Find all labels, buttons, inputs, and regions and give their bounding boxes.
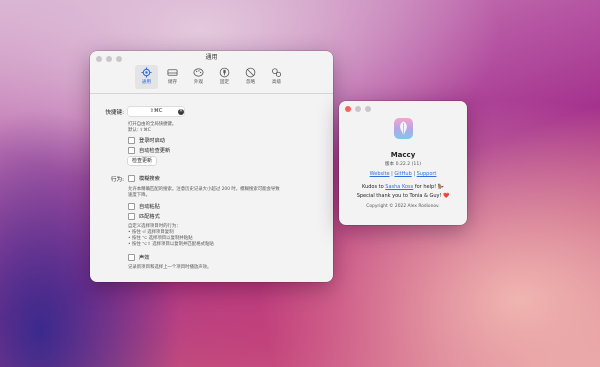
- tab-label: 外观: [193, 80, 204, 85]
- checkbox-box[interactable]: [128, 254, 135, 261]
- feather-icon: [400, 121, 407, 136]
- auto-paste-checkbox[interactable]: 自动粘贴: [128, 203, 160, 210]
- checkbox-label: 登录时启动: [139, 138, 165, 144]
- thanks-line: Special thank you to Tonia & Guy! ❤️: [356, 193, 450, 199]
- tab-ignore[interactable]: 忽略: [239, 65, 262, 89]
- tab-appearance[interactable]: 外观: [187, 65, 210, 89]
- about-window: Maccy 版本 0.22.2 (11) Website | GitHub | …: [339, 101, 467, 225]
- clear-hotkey-icon[interactable]: ✕: [178, 108, 184, 115]
- hotkey-default: 默认: ⇧⌘C: [128, 128, 151, 133]
- checkbox-label: 自动粘贴: [139, 204, 160, 210]
- checkbox-label: 声效: [139, 255, 150, 261]
- fuzzy-search-hint: 允许本精确匹配的搜索。注意历史记录大小超过 200 时，模糊搜索可能会导致: [128, 187, 280, 192]
- checkbox-label: 模糊搜索: [139, 176, 160, 182]
- link-separator: |: [391, 171, 393, 177]
- sound-checkbox[interactable]: 声效: [128, 254, 149, 261]
- contributor-link[interactable]: Sasha Koss: [385, 184, 413, 190]
- tab-general[interactable]: 通用: [135, 65, 158, 89]
- kudos-line: Kudos to Sasha Koss for help! 🦫: [339, 184, 467, 190]
- tab-advanced[interactable]: 高级: [265, 65, 288, 89]
- tab-label: 高级: [271, 80, 282, 85]
- checkbox-label: 自动检查更新: [139, 148, 171, 154]
- gears-icon: [272, 68, 282, 77]
- app-name: Maccy: [390, 151, 416, 159]
- app-icon: [394, 118, 413, 139]
- fuzzy-search-hint-2: 速度下降。: [128, 193, 150, 198]
- tab-label: 通用: [141, 80, 152, 85]
- window-controls: [345, 106, 371, 112]
- match-format-checkbox[interactable]: 匹配格式: [128, 213, 160, 220]
- gear-icon: [141, 67, 152, 78]
- checkbox-box[interactable]: [128, 203, 135, 210]
- kudos-suffix: for help! 🦫: [413, 184, 444, 190]
- minimize-button[interactable]: [355, 106, 361, 112]
- checkbox-box[interactable]: [128, 175, 135, 182]
- auto-update-checkbox[interactable]: 自动检查更新: [128, 147, 170, 154]
- pin-icon: [219, 67, 230, 78]
- kudos-prefix: Kudos to: [362, 184, 386, 190]
- check-updates-button[interactable]: 检查更新: [128, 157, 157, 165]
- sound-hint: 记录新项目和选择上一个项目时播放声效。: [128, 265, 212, 270]
- github-link[interactable]: GitHub: [394, 171, 411, 177]
- close-button[interactable]: [345, 106, 351, 112]
- block-icon: [245, 67, 256, 78]
- palette-icon: [193, 68, 204, 77]
- tab-label: 储存: [167, 80, 178, 85]
- tab-pins[interactable]: 固定: [213, 65, 236, 89]
- checkbox-box[interactable]: [128, 137, 135, 144]
- website-link[interactable]: Website: [370, 171, 390, 177]
- tab-label: 忽略: [245, 80, 256, 85]
- checkbox-box[interactable]: [128, 213, 135, 220]
- zoom-button[interactable]: [365, 106, 371, 112]
- checkbox-box[interactable]: [128, 147, 135, 154]
- settings-window: 通用 通用 储存 外观 固定 忽略 高级 快捷键: ⇧⌘C ✕ 打开自由的全局快…: [90, 51, 333, 282]
- support-link[interactable]: Support: [417, 171, 437, 177]
- general-settings-pane: 快捷键: ⇧⌘C ✕ 打开自由的全局快捷键。 默认: ⇧⌘C 登录时启动 自动检…: [90, 93, 333, 282]
- app-version: 版本 0.22.2 (11): [384, 162, 422, 167]
- about-links: Website | GitHub | Support: [339, 171, 467, 177]
- tab-label: 固定: [219, 80, 230, 85]
- fuzzy-search-checkbox[interactable]: 模糊搜索: [128, 175, 160, 182]
- tab-storage[interactable]: 储存: [161, 65, 184, 89]
- link-separator: |: [413, 171, 416, 177]
- note-line: • 按住 ⌥⇧ 选择项目以复制并匹配格式粘贴: [128, 242, 214, 247]
- preferences-toolbar: 通用 储存 外观 固定 忽略 高级: [90, 65, 333, 94]
- behavior-label: 行为:: [110, 177, 124, 183]
- window-title: 通用: [205, 54, 218, 61]
- checkbox-label: 匹配格式: [139, 214, 160, 220]
- copyright: Copyright © 2022 Alex Rodionov.: [366, 204, 440, 209]
- storage-icon: [167, 69, 178, 76]
- hotkey-label: 快捷键:: [105, 110, 124, 116]
- behavior-notes: 自定义选择项目时的行为： • 按住 ⏎ 选择项目复制 • 按住 ⌥ 选择项目以复…: [128, 224, 214, 248]
- hotkey-recorder[interactable]: ⇧⌘C: [128, 107, 184, 116]
- launch-at-login-checkbox[interactable]: 登录时启动: [128, 137, 165, 144]
